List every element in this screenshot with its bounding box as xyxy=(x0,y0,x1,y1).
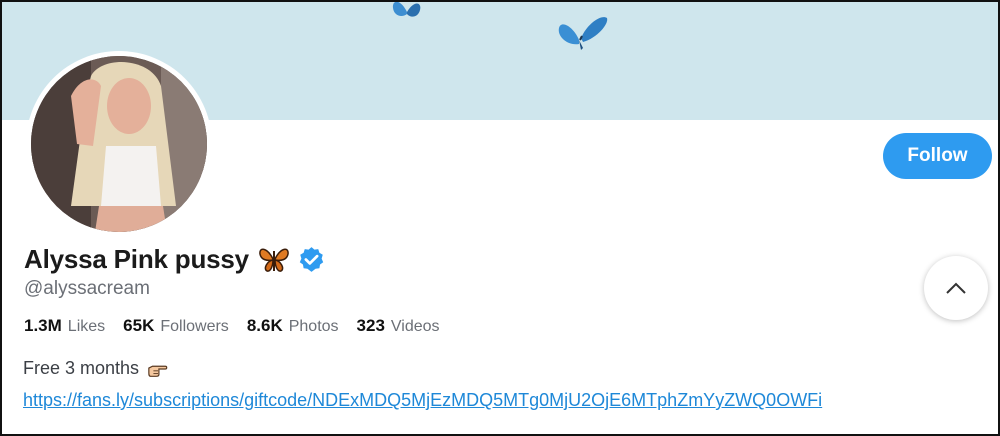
stat-value: 323 xyxy=(356,316,385,335)
profile-bio: Free 3 months xyxy=(23,358,169,379)
stat-value: 65K xyxy=(123,316,155,335)
stat-likes: 1.3M Likes xyxy=(24,316,105,336)
avatar-photo xyxy=(31,56,207,232)
follow-button[interactable]: Follow xyxy=(883,133,992,179)
stat-label: Likes xyxy=(67,318,106,335)
bio-text: Free 3 months xyxy=(23,358,140,378)
avatar[interactable] xyxy=(31,56,207,232)
bio-link[interactable]: https://fans.ly/subscriptions/giftcode/N… xyxy=(23,390,822,411)
butterfly-decoration xyxy=(558,17,608,50)
stat-photos[interactable]: 8.6K Photos xyxy=(247,316,339,336)
profile-card: Follow Alyssa Pink pussy @alyssacream 1.… xyxy=(0,0,1000,436)
stat-label: Photos xyxy=(288,318,339,335)
stat-value: 1.3M xyxy=(24,316,62,335)
pointing-hand-icon xyxy=(148,365,168,377)
verified-badge-icon xyxy=(299,246,324,272)
stat-value: 8.6K xyxy=(246,316,283,335)
profile-name: Alyssa Pink pussy xyxy=(24,243,249,274)
chevron-up-icon xyxy=(946,282,966,294)
scroll-up-button[interactable] xyxy=(924,256,988,320)
butterfly-decoration xyxy=(392,2,421,17)
profile-stats: 1.3M Likes 65K Followers 8.6K Photos 323 Vid… xyxy=(24,316,458,336)
avatar-ring xyxy=(26,51,212,237)
butterfly-emoji-icon xyxy=(259,248,289,272)
profile-handle: @alyssacream xyxy=(24,278,150,299)
stat-videos[interactable]: 323 Videos xyxy=(357,316,440,336)
stat-label: Followers xyxy=(160,318,229,335)
stat-label: Videos xyxy=(390,318,440,335)
profile-name-row: Alyssa Pink pussy xyxy=(24,242,325,276)
stat-followers[interactable]: 65K Followers xyxy=(123,316,229,336)
